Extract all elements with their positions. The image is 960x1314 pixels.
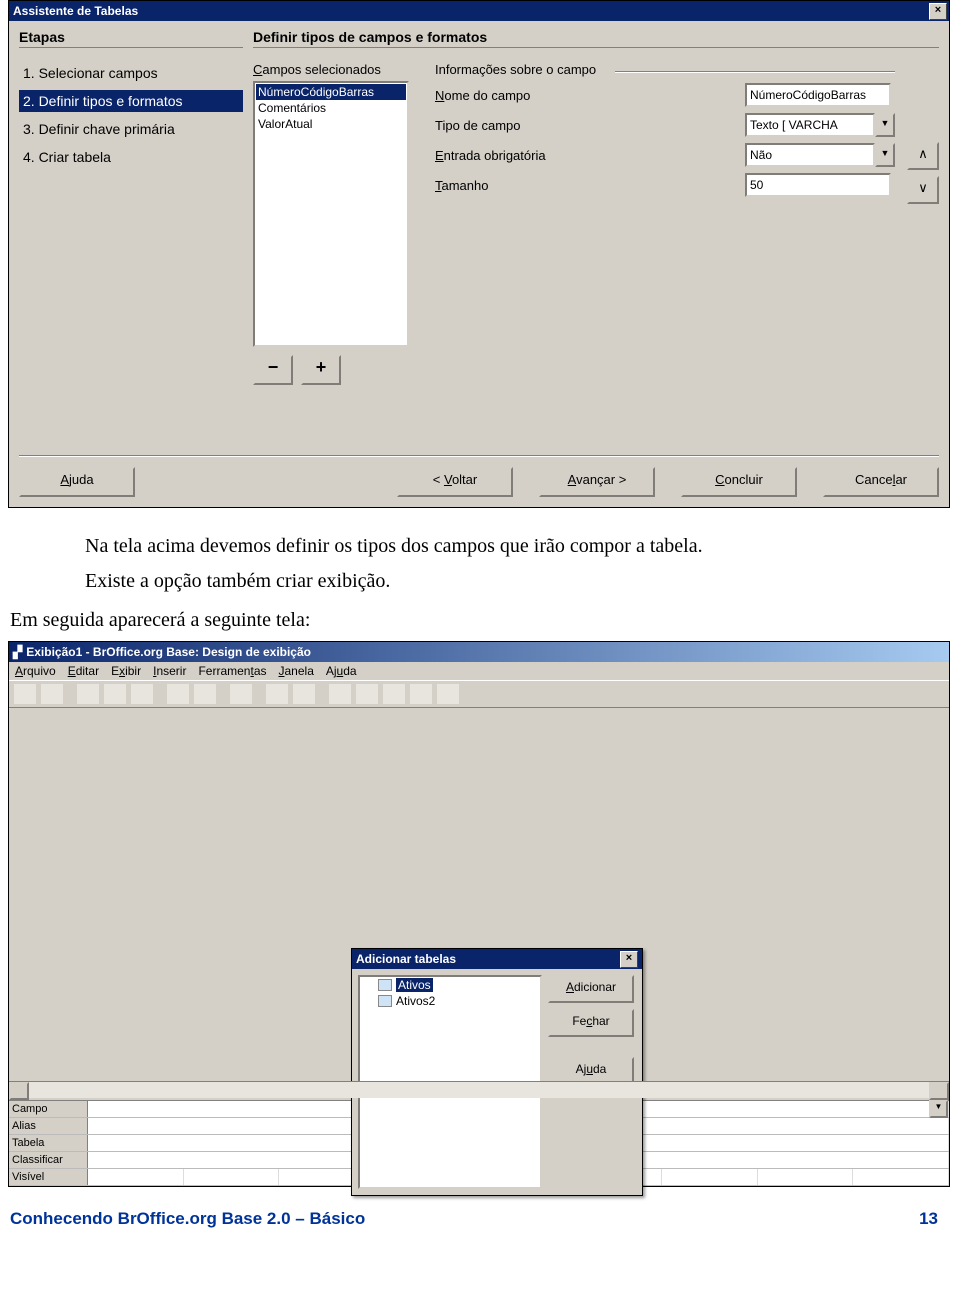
next-button[interactable]: Avançar > bbox=[539, 467, 655, 497]
table-icon bbox=[378, 995, 392, 1007]
field-name-input[interactable] bbox=[745, 83, 891, 107]
design-canvas[interactable]: Adicionar tabelas × Ativos Ativos2 Adici… bbox=[9, 708, 949, 1100]
chevron-down-icon[interactable]: ▼ bbox=[875, 113, 895, 137]
menu-inserir[interactable]: Inserir bbox=[153, 664, 186, 678]
move-up-button[interactable]: ∧ bbox=[907, 142, 939, 170]
grid-row-campo: Campo bbox=[9, 1101, 88, 1117]
wand-icon[interactable] bbox=[436, 683, 460, 705]
run-icon[interactable] bbox=[229, 683, 253, 705]
back-button[interactable]: < Voltar bbox=[397, 467, 513, 497]
wizard-title: Assistente de Tabelas bbox=[13, 4, 138, 18]
paste-icon[interactable] bbox=[130, 683, 154, 705]
page-number: 13 bbox=[919, 1209, 938, 1229]
wizard-steps-panel: Etapas 1. Selecionar campos 2. Definir t… bbox=[19, 29, 243, 449]
undo-icon[interactable] bbox=[166, 683, 190, 705]
step-primary-key[interactable]: 3. Definir chave primária bbox=[19, 118, 243, 140]
horizontal-scrollbar[interactable] bbox=[9, 1081, 949, 1098]
divider bbox=[19, 455, 939, 457]
view-designer-window: ▞ Exibição1 - BrOffice.org Base: Design … bbox=[8, 641, 950, 1187]
list-item[interactable]: Comentários bbox=[256, 100, 406, 116]
selected-fields-listbox[interactable]: NúmeroCódigoBarras Comentários ValorAtua… bbox=[253, 81, 409, 347]
table-icon[interactable] bbox=[328, 683, 352, 705]
menu-ajuda[interactable]: Ajuda bbox=[326, 664, 357, 678]
menu-editar[interactable]: Editar bbox=[68, 664, 99, 678]
menu-ferramentas[interactable]: Ferramentas bbox=[198, 664, 266, 678]
steps-header: Etapas bbox=[19, 29, 243, 48]
grid-row-classificar: Classificar bbox=[9, 1152, 88, 1168]
paragraph-1: Na tela acima devemos definir os tipos d… bbox=[85, 532, 960, 561]
field-size-input[interactable] bbox=[745, 173, 891, 197]
paragraph-2: Existe a opção também criar exibição. bbox=[85, 567, 960, 596]
add-button[interactable]: Adicionar bbox=[548, 975, 634, 1003]
save-icon[interactable] bbox=[13, 683, 37, 705]
footer-title: Conhecendo BrOffice.org Base 2.0 – Básic… bbox=[10, 1209, 365, 1229]
menu-exibir[interactable]: Exibir bbox=[111, 664, 141, 678]
table-icon bbox=[378, 979, 392, 991]
redo-icon[interactable] bbox=[193, 683, 217, 705]
help-button[interactable]: Ajuda bbox=[19, 467, 135, 497]
remove-field-button[interactable]: − bbox=[253, 355, 293, 385]
grid-row-tabela: Tabela bbox=[9, 1135, 88, 1151]
selected-fields-label: Campos selecionados bbox=[253, 62, 423, 77]
scroll-right-icon[interactable] bbox=[929, 1082, 949, 1100]
table-wizard-dialog: Assistente de Tabelas × Etapas 1. Seleci… bbox=[8, 0, 950, 508]
add-tables-dialog: Adicionar tabelas × Ativos Ativos2 Adici… bbox=[351, 948, 643, 1196]
view-title: Exibição1 - BrOffice.org Base: Design de… bbox=[26, 645, 311, 659]
grid-row-alias: Alias bbox=[9, 1118, 88, 1134]
close-icon[interactable]: × bbox=[620, 951, 638, 968]
menu-janela[interactable]: Janela bbox=[279, 664, 314, 678]
chevron-down-icon[interactable]: ▼ bbox=[875, 143, 895, 167]
chevron-down-icon[interactable]: ▼ bbox=[929, 1100, 948, 1118]
sql-icon[interactable] bbox=[265, 683, 289, 705]
distinct-icon[interactable] bbox=[409, 683, 433, 705]
step-define-types[interactable]: 2. Definir tipos e formatos bbox=[19, 90, 243, 112]
list-item[interactable]: ValorAtual bbox=[256, 116, 406, 132]
paragraph-3: Em seguida aparecerá a seguinte tela: bbox=[10, 606, 960, 635]
step-select-fields[interactable]: 1. Selecionar campos bbox=[19, 62, 243, 84]
tree-item[interactable]: Ativos2 bbox=[360, 993, 540, 1009]
cancel-button[interactable]: Cancelar bbox=[823, 467, 939, 497]
wizard-titlebar: Assistente de Tabelas × bbox=[9, 1, 949, 21]
close-button[interactable]: Fechar bbox=[548, 1009, 634, 1037]
view-icon[interactable] bbox=[292, 683, 316, 705]
toolbar bbox=[9, 680, 949, 708]
tree-item[interactable]: Ativos bbox=[360, 977, 540, 993]
app-icon: ▞ bbox=[13, 645, 22, 659]
alias-icon[interactable] bbox=[382, 683, 406, 705]
add-tables-title: Adicionar tabelas bbox=[356, 952, 456, 966]
grid-row-visivel: Visível bbox=[9, 1169, 88, 1185]
edit-icon[interactable] bbox=[40, 683, 64, 705]
function-icon[interactable] bbox=[355, 683, 379, 705]
field-type-select[interactable]: ▼ bbox=[745, 113, 895, 137]
add-field-button[interactable]: + bbox=[301, 355, 341, 385]
close-icon[interactable]: × bbox=[929, 3, 947, 20]
scroll-left-icon[interactable] bbox=[9, 1082, 29, 1100]
menubar[interactable]: Arquivo Editar Exibir Inserir Ferramenta… bbox=[9, 662, 949, 680]
required-select[interactable]: ▼ bbox=[745, 143, 895, 167]
cut-icon[interactable] bbox=[76, 683, 100, 705]
copy-icon[interactable] bbox=[103, 683, 127, 705]
menu-arquivo[interactable]: Arquivo bbox=[15, 664, 56, 678]
field-info-label: Informações sobre o campo bbox=[435, 62, 895, 77]
right-header: Definir tipos de campos e formatos bbox=[253, 29, 939, 48]
finish-button[interactable]: Concluir bbox=[681, 467, 797, 497]
list-item[interactable]: NúmeroCódigoBarras bbox=[256, 84, 406, 100]
step-create-table[interactable]: 4. Criar tabela bbox=[19, 146, 243, 168]
view-titlebar: ▞ Exibição1 - BrOffice.org Base: Design … bbox=[9, 642, 949, 662]
move-down-button[interactable]: ∨ bbox=[907, 176, 939, 204]
